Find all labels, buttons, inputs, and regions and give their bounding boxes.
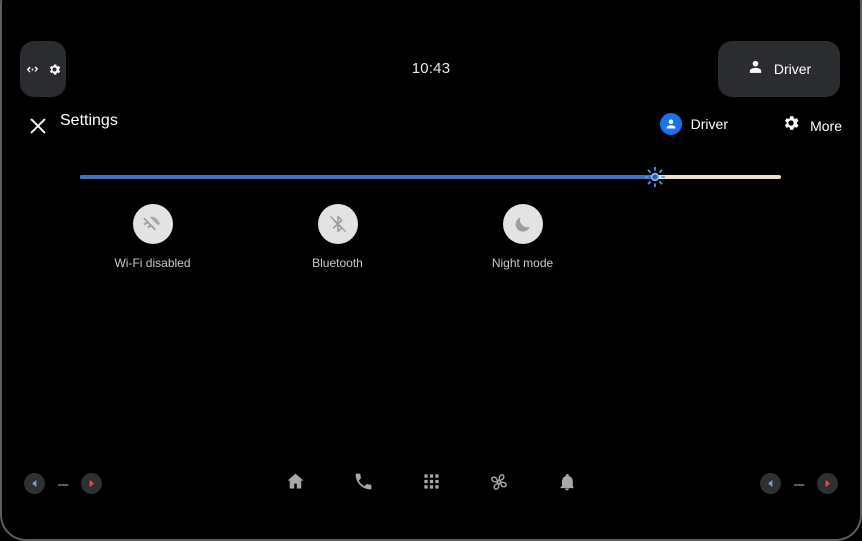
account-circle-icon [659,113,682,135]
media-previous-icon[interactable] [760,473,781,494]
status-bar-user-chip[interactable]: Driver [718,41,840,97]
app-grid-icon [422,472,441,496]
quick-settings-more-button[interactable]: More [781,113,842,138]
nav-dialer[interactable] [343,470,383,498]
nav-home[interactable] [275,470,315,498]
person-icon [747,58,764,80]
quick-settings-tile-label: Wi-Fi disabled [114,256,191,270]
nav-apps[interactable] [411,470,451,498]
phone-icon [353,471,374,497]
brightness-slider-fill [80,175,655,179]
nav-notifications[interactable] [547,470,587,498]
status-bar-user-label: Driver [773,61,812,77]
wifi-off-icon[interactable] [132,204,173,244]
fan-icon [488,471,510,498]
bluetooth-off-icon[interactable] [317,204,358,244]
quick-settings-tile-label: Night mode [491,256,554,270]
quick-settings-user-button[interactable]: Driver [659,113,728,135]
brightness-slider-track[interactable] [80,175,781,179]
moon-icon[interactable] [502,204,543,244]
navigation-bar: --- --- [0,464,862,522]
quick-settings-more-label: More [810,117,842,134]
navigation-bar-items [0,470,862,498]
gear-icon [781,113,801,138]
quick-settings-header: Settings Driver More [0,104,862,148]
brightness-slider[interactable] [0,160,862,194]
brightness-icon[interactable] [642,164,668,190]
quick-settings-tile-bluetooth[interactable]: Bluetooth [245,204,430,270]
quick-settings-tile-wifi[interactable]: Wi-Fi disabled [60,204,245,270]
car-display-screen: 10:43 Driver Settings Driver More Wi-Fi … [0,0,862,541]
bell-icon [557,472,577,497]
page-title: Settings [60,112,118,129]
home-icon [285,471,306,497]
media-next-icon[interactable] [817,473,838,494]
quick-settings-panel: Settings Driver More Wi-Fi disabled Blue… [0,104,862,464]
quick-settings-tile-label: Bluetooth [312,256,363,270]
quick-settings-tile-night-mode[interactable]: Night mode [430,204,615,270]
quick-settings-tiles: Wi-Fi disabled Bluetooth Night mode [0,204,862,270]
media-controls-right: --- [760,473,838,494]
status-bar: 10:43 Driver [0,0,862,104]
quick-settings-user-label: Driver [690,116,728,132]
nav-climate[interactable] [479,470,519,498]
media-readout-right: --- [793,476,805,491]
close-icon[interactable] [27,115,49,137]
